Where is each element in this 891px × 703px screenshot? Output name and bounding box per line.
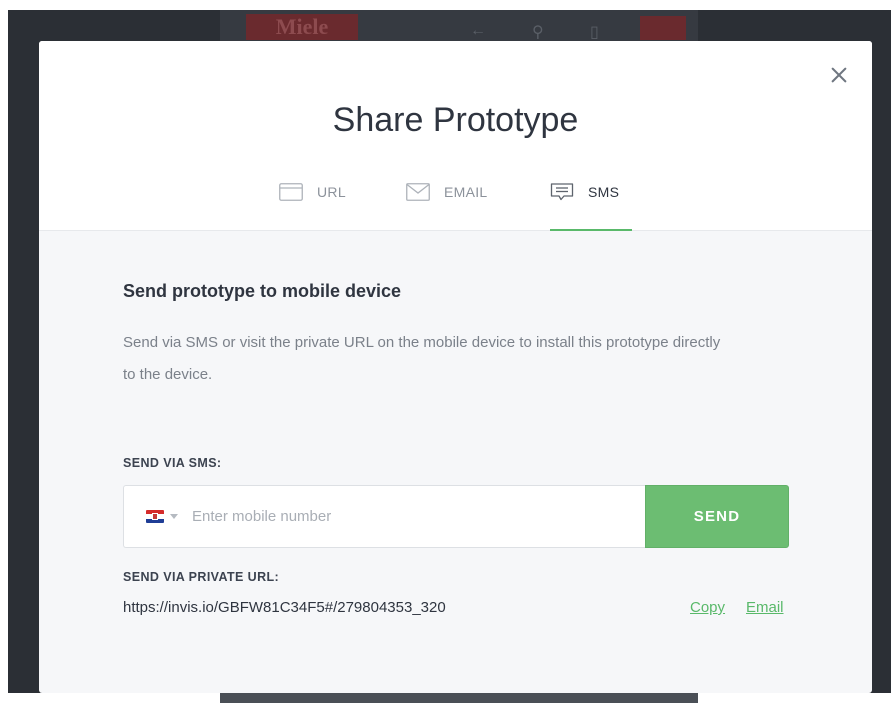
tab-url[interactable]: URL bbox=[279, 172, 346, 231]
tab-url-label: URL bbox=[317, 184, 346, 200]
send-sms-button[interactable]: SEND bbox=[645, 485, 789, 548]
modal-header: Share Prototype URL EMAIL SMS bbox=[39, 41, 872, 231]
background-footer-bar bbox=[220, 692, 698, 703]
email-url-link[interactable]: Email bbox=[746, 599, 784, 616]
country-flag-icon[interactable] bbox=[146, 510, 164, 523]
share-tabs: URL EMAIL SMS bbox=[39, 172, 872, 231]
background-logo: Miele bbox=[246, 14, 358, 40]
mobile-number-input[interactable] bbox=[192, 508, 612, 525]
tab-email[interactable]: EMAIL bbox=[406, 172, 488, 231]
close-icon[interactable] bbox=[827, 63, 851, 87]
section-description: Send via SMS or visit the private URL on… bbox=[123, 334, 721, 383]
copy-url-link[interactable]: Copy bbox=[690, 599, 725, 616]
search-icon: ⚲ bbox=[532, 24, 544, 41]
chat-bubble-icon bbox=[550, 183, 574, 201]
send-via-private-url-label: SEND VIA PRIVATE URL: bbox=[123, 570, 280, 584]
sms-form: SEND bbox=[123, 485, 789, 548]
envelope-icon bbox=[406, 183, 430, 201]
modal-title: Share Prototype bbox=[332, 101, 579, 139]
private-url-text: https://invis.io/GBFW81C34F5#/279804353_… bbox=[123, 599, 446, 616]
share-prototype-modal: Share Prototype URL EMAIL SMS Send proto… bbox=[39, 41, 872, 693]
cart-icon: ▯ bbox=[590, 24, 599, 41]
menu-icon bbox=[640, 16, 686, 40]
tab-email-label: EMAIL bbox=[444, 184, 488, 200]
tab-sms[interactable]: SMS bbox=[550, 172, 632, 231]
send-via-sms-label: SEND VIA SMS: bbox=[123, 456, 222, 470]
section-title: Send prototype to mobile device bbox=[123, 281, 402, 301]
private-url-row: https://invis.io/GBFW81C34F5#/279804353_… bbox=[123, 599, 789, 623]
browser-window-icon bbox=[279, 183, 303, 201]
tab-sms-label: SMS bbox=[588, 184, 620, 200]
phone-field bbox=[123, 485, 645, 548]
chevron-down-icon[interactable] bbox=[170, 514, 178, 519]
arrow-left-icon: ← bbox=[470, 22, 486, 39]
